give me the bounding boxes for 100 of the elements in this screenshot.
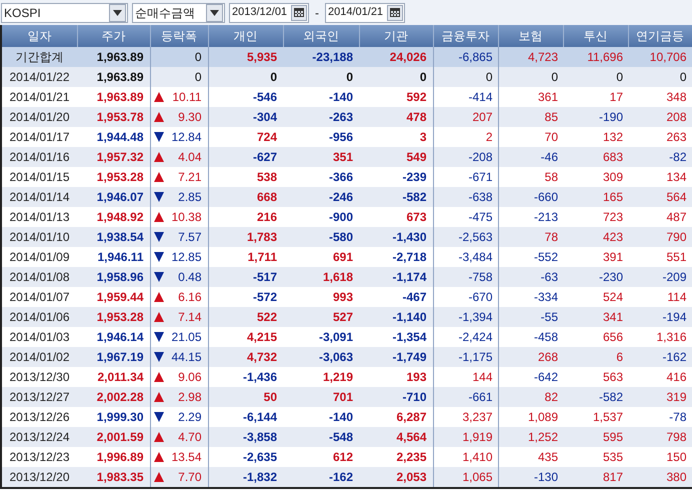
table-cell-text: 723 — [602, 209, 624, 226]
table-cell-text: 2.98 — [178, 389, 202, 406]
table-cell-text: 3,237 — [461, 409, 494, 426]
table-cell-text: 1,957.32 — [96, 149, 144, 166]
table-cell-text: 58 — [544, 169, 559, 186]
table-cell-text: 683 — [602, 149, 624, 166]
table-cell-text: -2,424 — [457, 329, 494, 346]
column-header: 기관 — [359, 25, 433, 47]
table-cell-text: 21.05 — [171, 329, 202, 346]
table-cell-text: 85 — [544, 109, 559, 126]
table-cell-text: 522 — [256, 309, 278, 326]
table-cell-text: 487 — [665, 209, 688, 226]
table-cell-text: 4.04 — [178, 149, 202, 166]
table-cell-text: -710 — [401, 389, 428, 406]
table-cell-text: 993 — [332, 289, 354, 306]
date-cell-text: 2013/12/30 — [8, 369, 71, 386]
date-cell-text: 2014/01/10 — [8, 229, 71, 246]
table-cell-text: 216 — [256, 209, 278, 226]
table-cell-text: 263 — [665, 129, 688, 146]
table-cell-text: -230 — [598, 269, 624, 286]
date-cell-text: 2014/01/22 — [8, 69, 71, 86]
table-cell-text: 538 — [256, 169, 278, 186]
table-cell-text: -263 — [328, 109, 354, 126]
table-cell-text: 391 — [602, 249, 624, 266]
table-cell-text: 1,252 — [526, 429, 559, 446]
table-cell-text: 193 — [405, 369, 428, 386]
table-cell-text: 10.38 — [171, 209, 202, 226]
table-cell-text: 6,287 — [395, 409, 428, 426]
table-cell-text: 0 — [194, 69, 202, 86]
table-cell-text: 1,999.30 — [96, 409, 144, 426]
table-cell-text: 1,938.54 — [96, 229, 144, 246]
table-cell-text: 165 — [602, 189, 624, 206]
table-cell-text: 668 — [256, 189, 278, 206]
table-cell-text: 1,065 — [461, 469, 494, 486]
table-cell-text: 1,944.48 — [96, 129, 144, 146]
table-cell-text: 1,537 — [592, 409, 624, 426]
table-cell-text: 2,235 — [395, 449, 428, 466]
table-cell-text: -956 — [328, 129, 354, 146]
table-cell-text: -1,394 — [457, 309, 494, 326]
table-cell-text: 0 — [615, 69, 624, 86]
table-cell-text: 0 — [269, 69, 278, 86]
table-cell-text: -78 — [668, 409, 688, 426]
date-cell-text: 2014/01/06 — [8, 309, 71, 326]
column-header: 개인 — [208, 25, 283, 47]
table-cell-text: 673 — [405, 209, 428, 226]
table-cell-text: 44.15 — [171, 349, 202, 366]
table-cell-text: 478 — [405, 109, 428, 126]
table-cell-text: -582 — [401, 189, 428, 206]
table-cell-text: -3,858 — [242, 429, 278, 446]
table-cell-text: 7.21 — [178, 169, 202, 186]
table-cell-text: -140 — [328, 409, 354, 426]
table-cell-text: 10,706 — [648, 49, 688, 66]
table-cell-text: 351 — [332, 149, 354, 166]
table-cell-text: -55 — [540, 309, 559, 326]
table-cell-text: 6 — [615, 349, 624, 366]
table-cell-text: 361 — [536, 89, 559, 106]
table-cell-text: -661 — [467, 389, 494, 406]
table-cell-text: -671 — [467, 169, 494, 186]
table-cell-text: -660 — [532, 189, 559, 206]
table-cell-text: -1,354 — [391, 329, 428, 346]
date-cell-text: 2014/01/13 — [8, 209, 71, 226]
table-cell-text: 2,011.34 — [96, 369, 144, 386]
table-cell-text: -1,175 — [457, 349, 494, 366]
table-cell-text: 1,958.96 — [96, 269, 144, 286]
table-cell-text: -63 — [540, 269, 559, 286]
table-cell-text: 1,948.92 — [96, 209, 144, 226]
table-cell-text: 0 — [550, 69, 559, 86]
table-cell-text: -582 — [598, 389, 624, 406]
table-cell-text: 9.06 — [178, 369, 202, 386]
table-cell-text: -552 — [532, 249, 559, 266]
table-cell-text: -900 — [328, 209, 354, 226]
table-cell-text: -213 — [532, 209, 559, 226]
table-cell-text: -2,635 — [242, 449, 278, 466]
table-cell-text: -130 — [532, 469, 559, 486]
table-cell-text: 656 — [602, 329, 624, 346]
date-cell-text: 2014/01/17 — [8, 129, 71, 146]
table-cell-text: 13.54 — [171, 449, 202, 466]
table-cell-text: 2,001.59 — [96, 429, 144, 446]
table-cell-text: 1,959.44 — [96, 289, 144, 306]
date-separator: - — [314, 4, 320, 22]
table-cell-text: 1,783 — [246, 229, 278, 246]
table-cell-text: 82 — [544, 389, 559, 406]
table-cell-text: -414 — [467, 89, 494, 106]
table-cell-text: 309 — [602, 169, 624, 186]
date-cell-text: 2014/01/16 — [8, 149, 71, 166]
date-cell-text: 2014/01/20 — [8, 109, 71, 126]
table-cell-text: 2.85 — [178, 189, 202, 206]
table-cell-text: 4,215 — [246, 329, 278, 346]
date-cell-text: 2014/01/15 — [8, 169, 71, 186]
table-cell-text: 549 — [405, 149, 428, 166]
table-cell-text: 24,026 — [388, 49, 428, 66]
table-cell-text: -580 — [328, 229, 354, 246]
date-cell-text: 2013/12/23 — [8, 449, 71, 466]
table-cell-text: -1,832 — [242, 469, 278, 486]
table-cell-text: 7.14 — [178, 309, 202, 326]
table-cell-text: -46 — [540, 149, 559, 166]
table-cell-text: 790 — [665, 229, 688, 246]
table-cell-text: 1,953.28 — [96, 169, 144, 186]
table-cell-text: -2,563 — [457, 229, 494, 246]
table-cell-text: 1,919 — [461, 429, 494, 446]
